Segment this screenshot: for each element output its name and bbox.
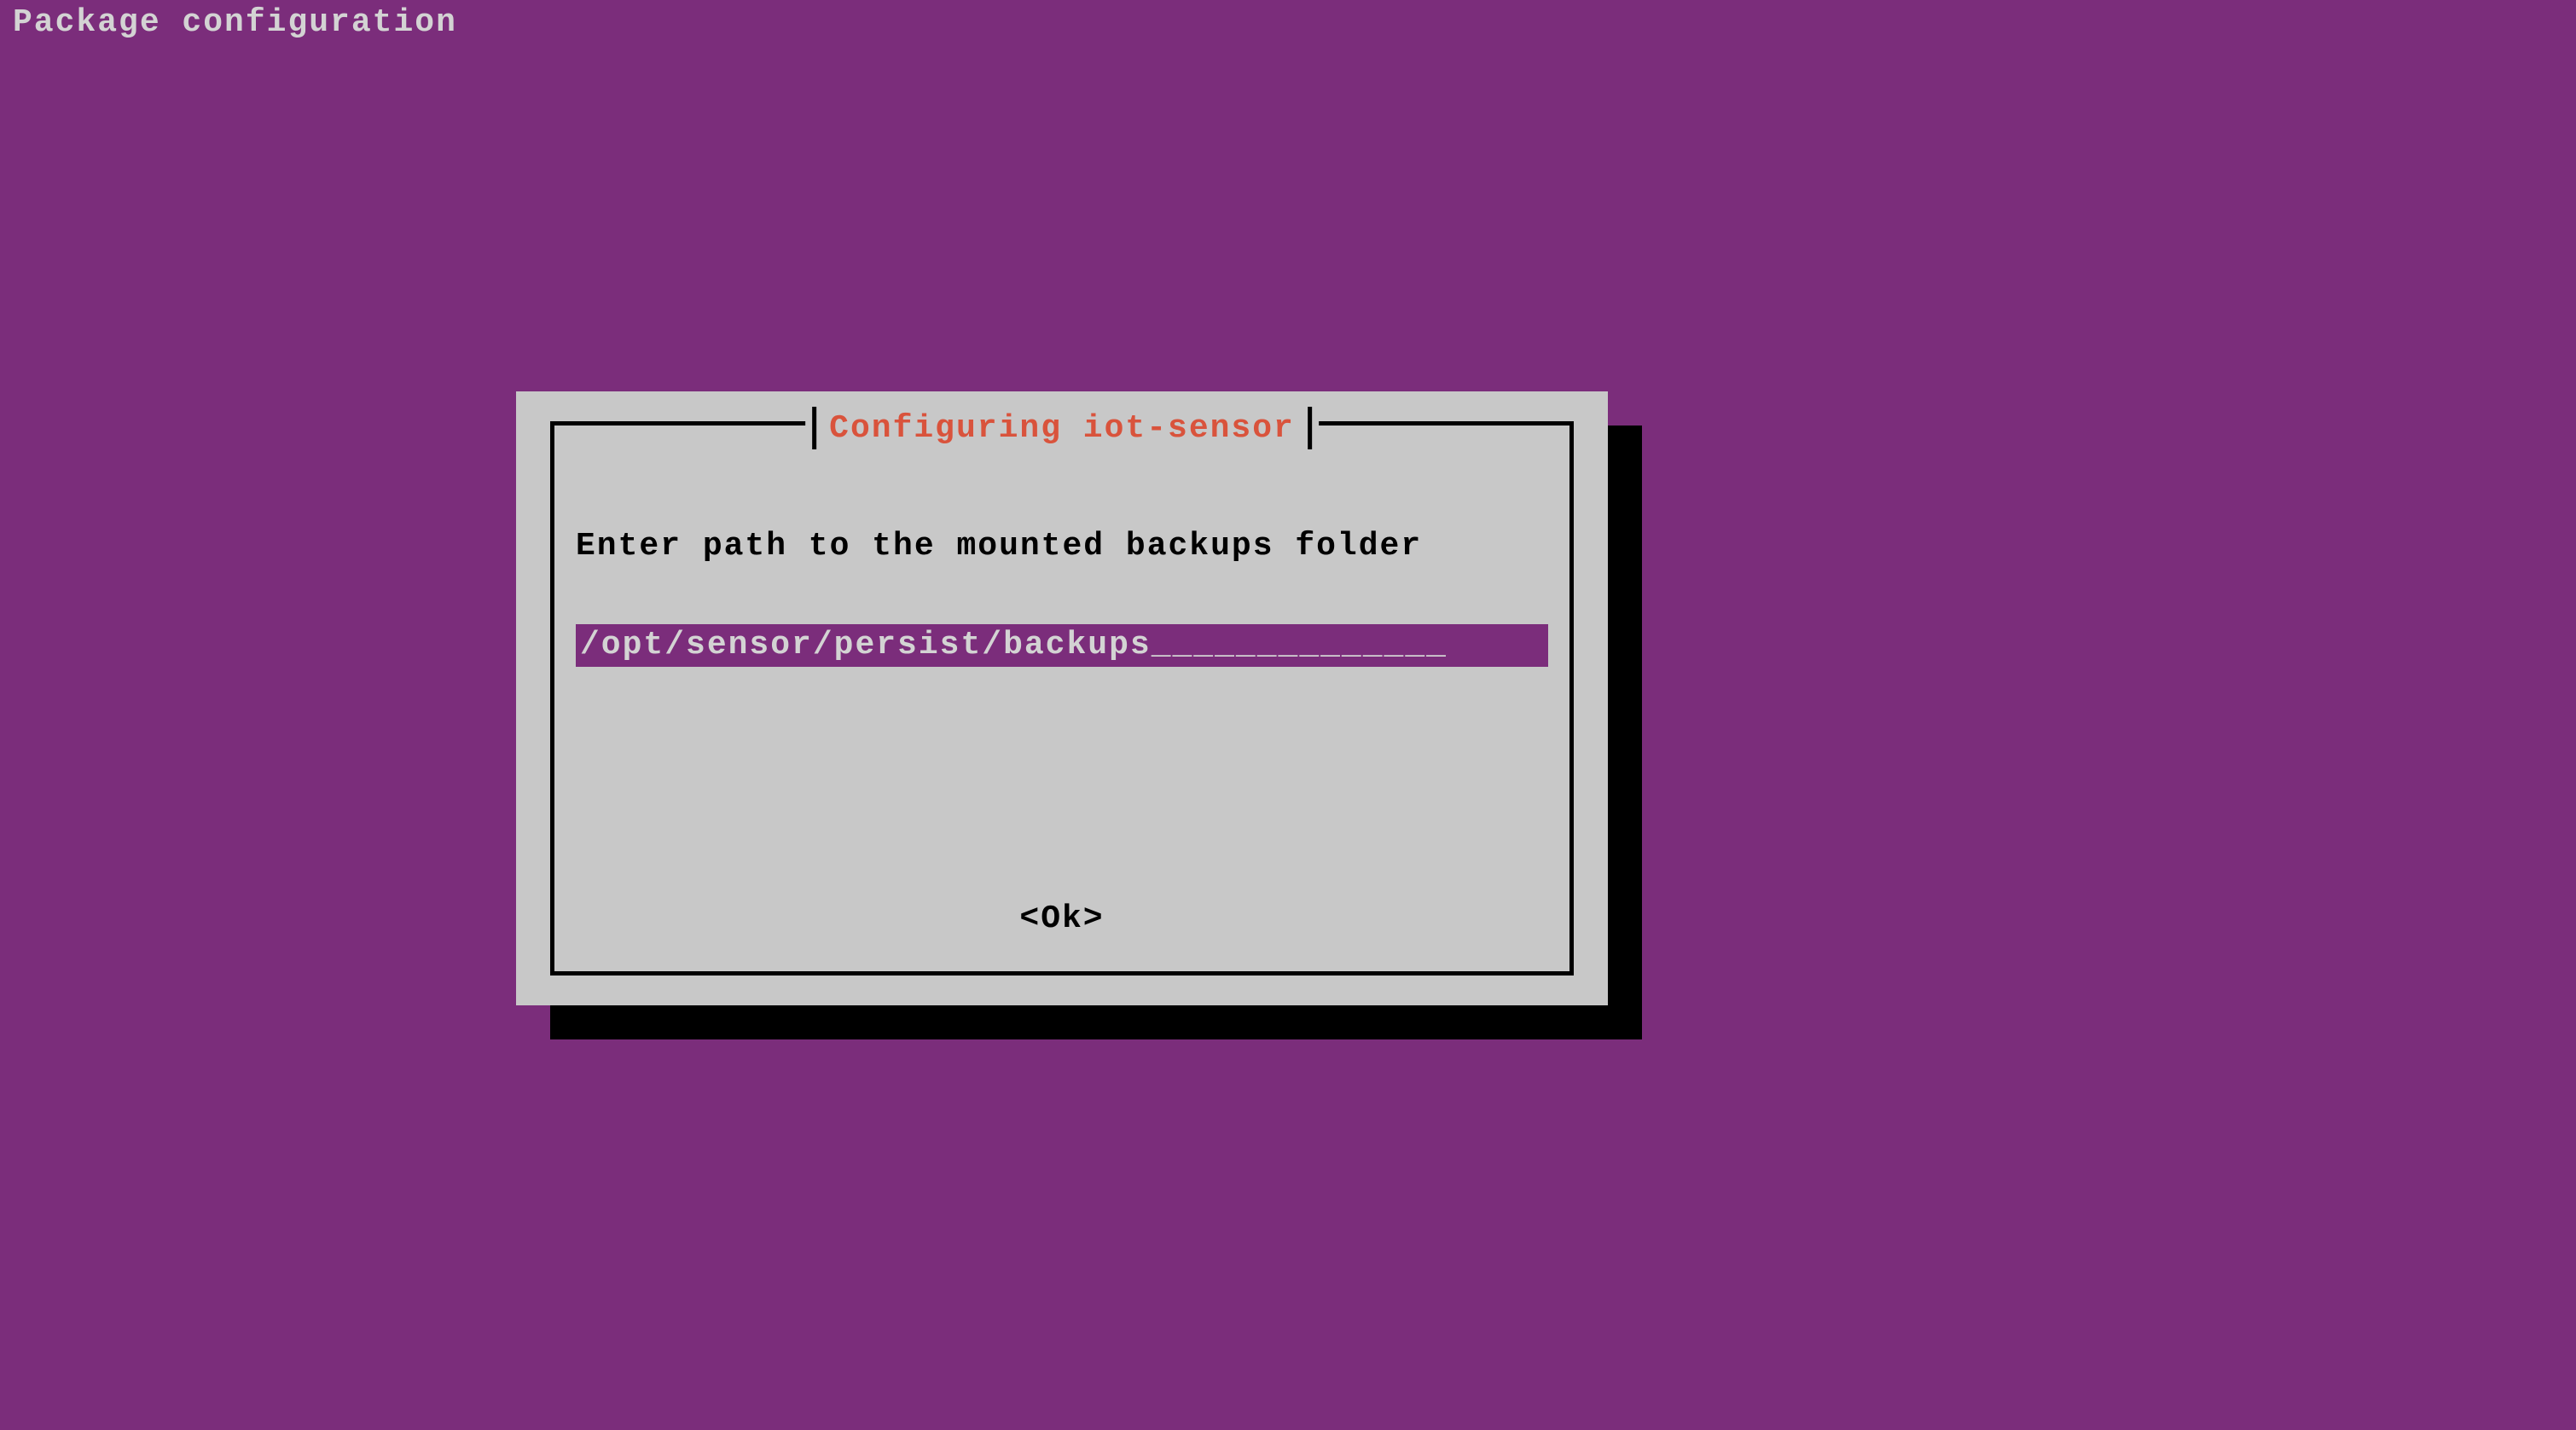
prompt-text: Enter path to the mounted backups folder bbox=[576, 528, 1548, 564]
dialog-title: Configuring iot-sensor bbox=[816, 410, 1308, 447]
title-bracket-right bbox=[1308, 407, 1312, 449]
page-title: Package configuration bbox=[0, 0, 2576, 41]
ok-button[interactable]: <Ok> bbox=[1019, 900, 1104, 937]
dialog-container: Configuring iot-sensor Enter path to the… bbox=[516, 391, 1608, 1005]
dialog-title-container: Configuring iot-sensor bbox=[805, 407, 1319, 449]
dialog-frame bbox=[550, 421, 1574, 976]
dialog-content: Enter path to the mounted backups folder… bbox=[576, 528, 1548, 667]
config-dialog: Configuring iot-sensor Enter path to the… bbox=[516, 391, 1608, 1005]
backups-path-input[interactable]: /opt/sensor/persist/backups_____________… bbox=[576, 624, 1548, 667]
